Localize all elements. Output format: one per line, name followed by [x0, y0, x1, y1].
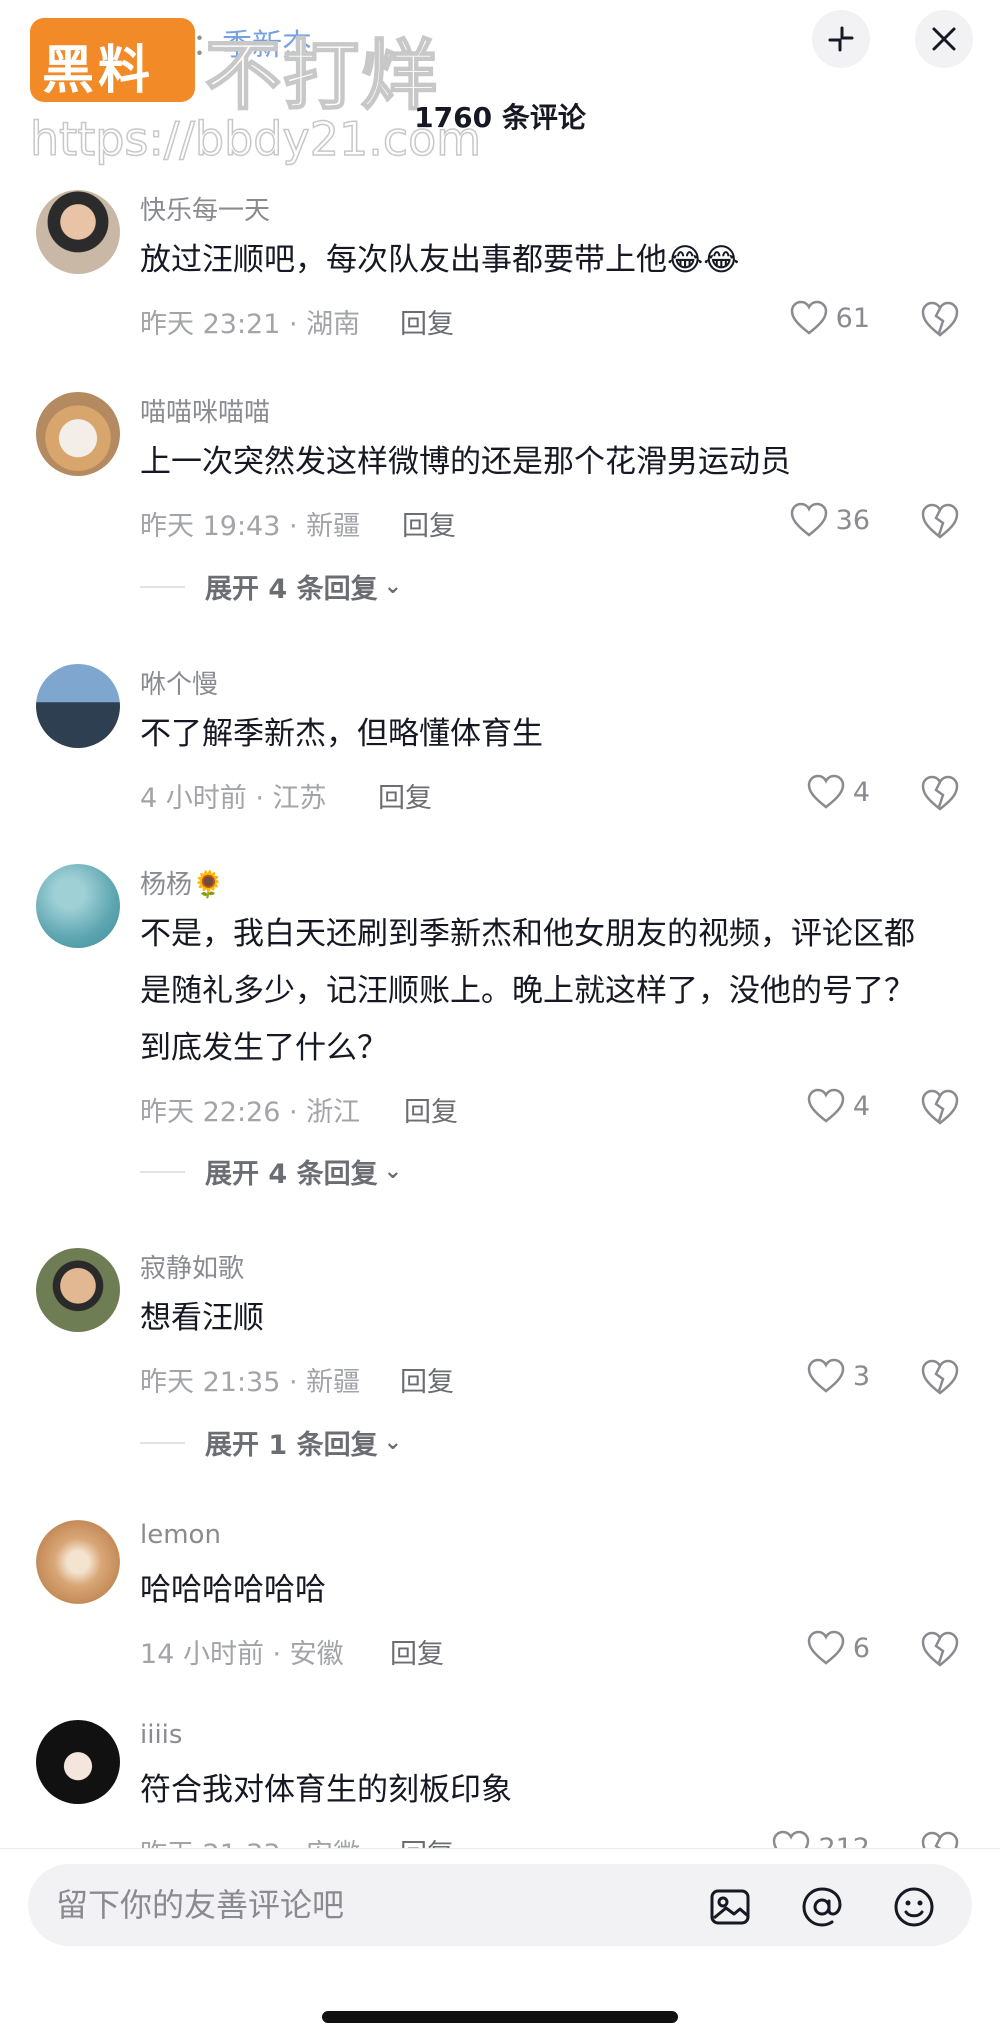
close-icon — [932, 27, 956, 51]
reply-button[interactable]: 回复 — [390, 1632, 444, 1671]
comment-item: lemon 哈哈哈哈哈哈 14 小时前 · 安徽 回复 6 — [0, 1520, 1000, 1680]
image-icon[interactable] — [708, 1885, 752, 1929]
comment-item: 杨杨🌻 不是，我白天还刷到季新杰和他女朋友的视频，评论区都是随礼多少，记汪顺账上… — [0, 864, 1000, 1190]
comment-panel-header: 大家都在搜：季新杰 黑料 不打烊 https://bbdy21.com 1760… — [0, 0, 1000, 170]
heart-icon — [790, 300, 827, 335]
avatar[interactable] — [36, 392, 120, 476]
comment-username[interactable]: 快乐每一天 — [140, 190, 270, 227]
like-count: 3 — [852, 1360, 870, 1392]
reply-button[interactable]: 回复 — [378, 776, 432, 815]
close-button[interactable] — [915, 10, 973, 68]
comment-text: 想看汪顺 — [140, 1300, 264, 1336]
comment-count-title: 1760 条评论 — [414, 101, 586, 134]
broken-heart-icon[interactable] — [920, 1087, 960, 1127]
heart-icon — [790, 502, 827, 537]
reply-button[interactable]: 回复 — [400, 302, 454, 341]
heart-icon — [773, 1830, 810, 1848]
comment-input[interactable] — [56, 1864, 676, 1946]
heart-icon — [807, 1088, 845, 1123]
like-count: 4 — [852, 776, 870, 808]
comment-text: 符合我对体育生的刻板印象 — [140, 1772, 512, 1808]
chevron-down-icon: ⌄ — [383, 1430, 403, 1455]
heart-icon — [807, 1630, 845, 1665]
collapse-icon — [828, 26, 854, 52]
broken-heart-icon[interactable] — [920, 1357, 960, 1397]
heart-icon — [807, 1358, 845, 1393]
expand-divider — [140, 1170, 185, 1173]
chevron-down-icon: ⌄ — [383, 1159, 403, 1184]
like-button[interactable]: 4 — [807, 1088, 870, 1124]
comment-meta: 昨天 23:21 · 湖南 — [140, 309, 361, 340]
expand-replies-label: 展开 1 条回复 — [205, 1430, 378, 1461]
comment-username[interactable]: 咻个慢 — [140, 664, 218, 701]
comment-meta: 昨天 21:33 · 安徽 — [140, 1832, 360, 1848]
expand-divider — [140, 1441, 185, 1444]
like-button[interactable]: 61 — [790, 300, 870, 336]
like-count: 6 — [852, 1632, 870, 1664]
emoji-icon[interactable] — [892, 1885, 936, 1929]
comment-item: 寂静如歌 想看汪顺 昨天 21:35 · 新疆 回复 3 展开 1 条回复 ⌄ — [0, 1248, 1000, 1468]
comment-text: 放过汪顺吧，每次队友出事都要带上他😂😂 — [140, 242, 740, 278]
comment-meta: 昨天 19:43 · 新疆 — [140, 511, 361, 542]
comment-meta: 4 小时前 · 江苏 — [140, 783, 327, 814]
like-button[interactable]: 36 — [790, 502, 870, 538]
comment-meta: 14 小时前 · 安徽 — [140, 1639, 344, 1670]
comment-username[interactable]: 喵喵咪喵喵 — [140, 392, 270, 429]
collapse-button[interactable] — [812, 10, 870, 68]
avatar[interactable] — [36, 1520, 120, 1604]
reply-button[interactable]: 回复 — [400, 1832, 454, 1848]
comment-text: 哈哈哈哈哈哈 — [140, 1572, 326, 1608]
like-count: 212 — [818, 1832, 870, 1849]
expand-replies-label: 展开 4 条回复 — [205, 574, 378, 605]
avatar[interactable] — [36, 1720, 120, 1804]
reply-button[interactable]: 回复 — [402, 504, 456, 543]
comment-text: 上一次突然发这样微博的还是那个花滑男运动员 — [140, 444, 791, 480]
avatar[interactable] — [36, 664, 120, 748]
watermark-badge-text: 黑料 — [42, 41, 155, 101]
broken-heart-icon[interactable] — [920, 1829, 960, 1848]
comment-username[interactable]: 寂静如歌 — [140, 1248, 244, 1285]
broken-heart-icon[interactable] — [920, 773, 960, 813]
comment-item: 咻个慢 不了解季新杰，但略懂体育生 4 小时前 · 江苏 回复 4 — [0, 664, 1000, 824]
reply-button[interactable]: 回复 — [400, 1360, 454, 1399]
comment-item: iiiis 符合我对体育生的刻板印象 昨天 21:33 · 安徽 回复 212 — [0, 1720, 1000, 1848]
expand-replies-button[interactable]: 展开 4 条回复 ⌄ — [140, 567, 402, 606]
watermark-badge: 黑料 — [30, 18, 195, 102]
expand-divider — [140, 585, 185, 588]
like-button[interactable]: 212 — [772, 1830, 870, 1848]
like-count: 61 — [835, 302, 870, 334]
comment-text: 不是，我白天还刷到季新杰和他女朋友的视频，评论区都是随礼多少，记汪顺账上。晚上就… — [140, 916, 915, 1066]
broken-heart-icon[interactable] — [920, 299, 960, 339]
like-button[interactable]: 4 — [807, 774, 870, 810]
comment-item: 快乐每一天 放过汪顺吧，每次队友出事都要带上他😂😂 昨天 23:21 · 湖南 … — [0, 190, 1000, 350]
broken-heart-icon[interactable] — [920, 1629, 960, 1669]
like-button[interactable]: 3 — [807, 1358, 870, 1394]
comment-input-container[interactable] — [28, 1864, 972, 1946]
at-icon[interactable] — [800, 1885, 844, 1929]
comment-meta: 昨天 22:26 · 浙江 — [140, 1097, 361, 1128]
avatar[interactable] — [36, 864, 120, 948]
comment-username[interactable]: 杨杨🌻 — [140, 864, 224, 901]
comment-text: 不了解季新杰，但略懂体育生 — [140, 716, 543, 752]
broken-heart-icon[interactable] — [920, 501, 960, 541]
comment-item: 喵喵咪喵喵 上一次突然发这样微博的还是那个花滑男运动员 昨天 19:43 · 新… — [0, 392, 1000, 612]
chevron-down-icon: ⌄ — [383, 574, 403, 599]
reply-button[interactable]: 回复 — [404, 1090, 458, 1129]
home-indicator[interactable] — [322, 2011, 678, 2023]
avatar[interactable] — [36, 190, 120, 274]
expand-replies-label: 展开 4 条回复 — [205, 1159, 378, 1190]
comment-input-bar — [0, 1848, 1000, 2041]
heart-icon — [807, 774, 845, 809]
like-button[interactable]: 6 — [807, 1630, 870, 1666]
comment-username[interactable]: iiiis — [140, 1720, 182, 1750]
expand-replies-button[interactable]: 展开 1 条回复 ⌄ — [140, 1423, 402, 1462]
like-count: 4 — [852, 1090, 870, 1122]
comment-meta: 昨天 21:35 · 新疆 — [140, 1367, 361, 1398]
avatar[interactable] — [36, 1248, 120, 1332]
comment-username[interactable]: lemon — [140, 1520, 221, 1550]
like-count: 36 — [835, 504, 870, 536]
expand-replies-button[interactable]: 展开 4 条回复 ⌄ — [140, 1152, 402, 1191]
